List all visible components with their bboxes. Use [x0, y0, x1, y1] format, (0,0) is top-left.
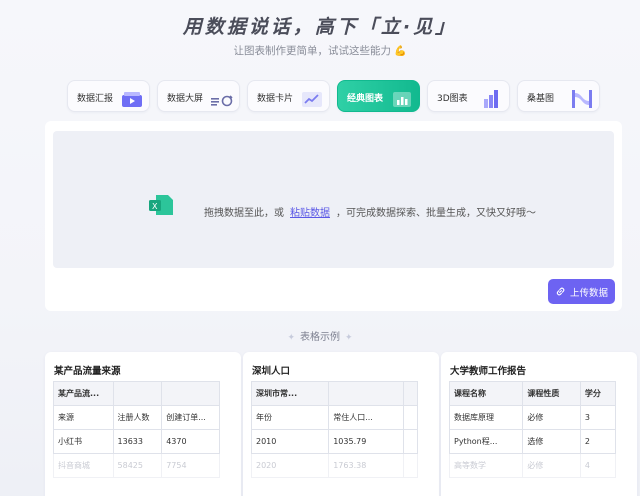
examples-title: 表格示例 [300, 332, 340, 343]
tab-big-screen[interactable]: 数据大屏 [157, 80, 240, 112]
table-row: 来源 注册人数 创建订单... [53, 405, 220, 430]
table-header-row: 某产品流... [53, 381, 220, 406]
drop-hint-suffix: ，可完成数据探索、批量生成，又快又好哦～ [336, 208, 536, 219]
table-header-row: 课程名称 课程性质 学分 [448, 381, 617, 406]
3d-chart-icon [484, 90, 498, 108]
table-cell: 1763.38 [328, 453, 405, 478]
table-cell [328, 381, 405, 406]
sparkle-icon: ✦ [345, 333, 353, 343]
table-cell: 必修 [522, 405, 581, 430]
table-row-faded: 2020 1763.38 [250, 453, 418, 478]
drop-hint: 拖拽数据至此，或 粘贴数据 ，可完成数据探索、批量生成，又快又好哦～ [204, 204, 536, 219]
table-cell [403, 405, 418, 430]
table-cell [403, 453, 418, 478]
sparkle-icon: ✦ [287, 333, 295, 343]
table-cell: 58425 [112, 453, 163, 478]
tab-label: 数据大屏 [167, 94, 204, 104]
table-cell [403, 429, 418, 454]
table-row: Python程... 选修 2 [448, 429, 617, 454]
examples-heading: ✦ 表格示例 ✦ [0, 328, 640, 343]
tab-label: 桑基图 [527, 94, 555, 104]
table-cell: 学分 [579, 381, 617, 406]
table-cell: Python程... [448, 429, 524, 454]
table-cell: 创建订单... [161, 405, 220, 430]
chart-category-tabs: 数据汇报 数据大屏 数据卡片 经典图表 3D图表 桑基图 [67, 80, 600, 112]
tab-label: 3D图表 [437, 94, 468, 104]
drop-hint-prefix: 拖拽数据至此，或 [204, 208, 284, 219]
example-table: 某产品流... 来源 注册人数 创建订单... 小红书 13633 4370 抖… [53, 381, 220, 478]
classic-chart-icon [393, 92, 411, 107]
sankey-icon [572, 90, 592, 108]
report-chart-icon [122, 92, 142, 107]
table-cell: 来源 [53, 405, 114, 430]
table-cell: 小红书 [53, 429, 114, 454]
table-cell [161, 381, 220, 406]
table-cell: 3 [579, 405, 617, 430]
tab-3d-chart[interactable]: 3D图表 [427, 80, 510, 112]
hero-subtitle: 让图表制作更简单，试试这些能力 💪 [0, 43, 640, 58]
table-row: 年份 常住人口... [250, 405, 418, 430]
svg-text:X: X [152, 202, 158, 211]
table-cell: 选修 [522, 429, 581, 454]
card-title: 某产品流量来源 [54, 366, 121, 377]
card-title: 大学教师工作报告 [450, 366, 527, 377]
table-row-faded: 抖音商城 58425 7754 [53, 453, 220, 478]
table-cell: 深圳市常... [250, 381, 330, 406]
data-card-icon [302, 92, 322, 107]
link-icon [556, 287, 565, 296]
table-cell: 数据库原理 [448, 405, 524, 430]
card-title: 深圳人口 [252, 366, 291, 377]
table-row: 数据库原理 必修 3 [448, 405, 617, 430]
table-cell: 必修 [522, 453, 581, 478]
upload-panel: X 拖拽数据至此，或 粘贴数据 ，可完成数据探索、批量生成，又快又好哦～ 上传数据 [45, 121, 622, 311]
flexed-arm-icon: 💪 [394, 46, 407, 57]
example-card-population[interactable]: 深圳人口 深圳市常... 年份 常住人口... 2010 1035.79 202… [243, 352, 439, 496]
table-cell: 年份 [250, 405, 330, 430]
tab-data-card[interactable]: 数据卡片 [247, 80, 330, 112]
example-card-teacher-report[interactable]: 大学教师工作报告 课程名称 课程性质 学分 数据库原理 必修 3 Python程… [441, 352, 637, 496]
table-cell: 7754 [161, 453, 220, 478]
hero-title: 用数据说话，高下「立·见」 [182, 16, 458, 38]
tab-classic-chart[interactable]: 经典图表 [337, 80, 420, 112]
table-cell [403, 381, 418, 406]
table-cell: 2010 [250, 429, 330, 454]
table-cell: 2020 [250, 453, 330, 478]
tab-sankey[interactable]: 桑基图 [517, 80, 600, 112]
table-cell: 常住人口... [328, 405, 405, 430]
table-cell: 4370 [161, 429, 220, 454]
upload-data-label: 上传数据 [569, 287, 608, 299]
table-cell: 1035.79 [328, 429, 405, 454]
excel-file-icon: X [149, 195, 173, 215]
big-screen-icon [211, 95, 233, 107]
tab-label: 经典图表 [347, 94, 384, 104]
table-cell: 2 [579, 429, 617, 454]
table-cell [112, 381, 163, 406]
table-cell: 课程性质 [522, 381, 581, 406]
example-table: 课程名称 课程性质 学分 数据库原理 必修 3 Python程... 选修 2 … [448, 381, 617, 478]
upload-data-button[interactable]: 上传数据 [548, 279, 615, 304]
table-cell: 注册人数 [112, 405, 163, 430]
table-row-faded: 高等数学 必修 4 [448, 453, 617, 478]
tab-data-report[interactable]: 数据汇报 [67, 80, 150, 112]
data-dropzone[interactable]: X 拖拽数据至此，或 粘贴数据 ，可完成数据探索、批量生成，又快又好哦～ [53, 131, 614, 268]
table-cell: 某产品流... [53, 381, 114, 406]
example-card-traffic[interactable]: 某产品流量来源 某产品流... 来源 注册人数 创建订单... 小红书 1363… [45, 352, 241, 496]
table-row: 2010 1035.79 [250, 429, 418, 454]
table-header-row: 深圳市常... [250, 381, 418, 406]
example-table: 深圳市常... 年份 常住人口... 2010 1035.79 2020 176… [250, 381, 418, 478]
table-cell: 4 [579, 453, 617, 478]
tab-label: 数据汇报 [77, 94, 114, 104]
table-cell: 13633 [112, 429, 163, 454]
table-row: 小红书 13633 4370 [53, 429, 220, 454]
table-cell: 课程名称 [448, 381, 524, 406]
hero-subtitle-text: 让图表制作更简单，试试这些能力 [233, 45, 392, 57]
tab-label: 数据卡片 [257, 94, 294, 104]
table-cell: 高等数学 [448, 453, 524, 478]
paste-data-link[interactable]: 粘贴数据 [290, 208, 330, 219]
table-cell: 抖音商城 [53, 453, 114, 478]
